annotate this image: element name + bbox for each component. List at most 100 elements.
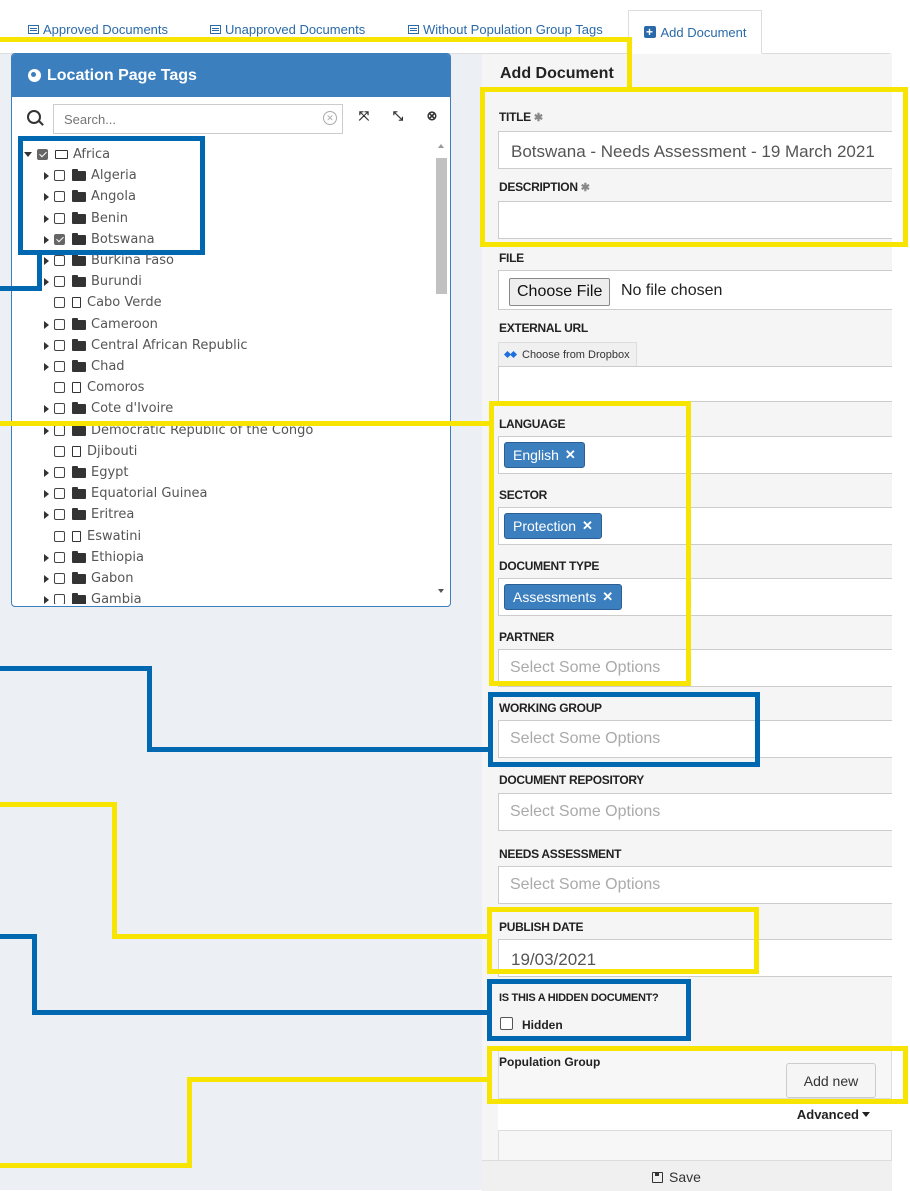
tree-checkbox[interactable]	[54, 403, 65, 414]
hidden-checkbox-label[interactable]: Hidden	[522, 1018, 563, 1032]
remove-tag-icon[interactable]: ✕	[602, 589, 613, 605]
tree-checkbox[interactable]	[54, 467, 65, 478]
caret-right-icon[interactable]	[44, 235, 49, 244]
dropbox-button-label: Choose from Dropbox	[522, 349, 630, 361]
tree-checkbox[interactable]	[54, 340, 65, 351]
needs-assessment-select[interactable]: Select Some Options	[498, 866, 892, 904]
tree-checkbox[interactable]	[54, 382, 65, 393]
scroll-down-arrow-icon[interactable]	[438, 589, 444, 593]
tree-checkbox[interactable]	[54, 573, 65, 584]
tree-node[interactable]: Gambia	[44, 589, 142, 604]
tree-node[interactable]: Burkina Faso	[44, 250, 174, 271]
hidden-question-label: IS THIS A HIDDEN DOCUMENT?	[499, 992, 659, 1004]
caret-right-icon[interactable]	[44, 553, 49, 562]
search-input[interactable]	[53, 104, 343, 134]
tree-node[interactable]: Egypt	[44, 462, 129, 483]
tree-node[interactable]: Eswatini	[44, 526, 141, 547]
choose-from-dropbox-button[interactable]: Choose from Dropbox	[498, 342, 637, 368]
tree-node[interactable]: Botswana	[44, 229, 155, 250]
tree-scrollbar[interactable]	[433, 138, 450, 604]
caret-right-icon[interactable]	[44, 362, 49, 371]
tree-checkbox[interactable]	[54, 234, 65, 245]
tree-checkbox[interactable]	[54, 594, 65, 604]
deselect-all-icon[interactable]: ⊗	[423, 108, 441, 128]
caret-right-icon[interactable]	[44, 192, 49, 201]
tree-checkbox[interactable]	[54, 191, 65, 202]
tree-node[interactable]: Equatorial Guinea	[44, 483, 208, 504]
tree-checkbox[interactable]	[54, 213, 65, 224]
tree-checkbox[interactable]	[54, 446, 65, 457]
tree-node[interactable]: Cameroon	[44, 314, 158, 335]
caret-right-icon[interactable]	[44, 214, 49, 223]
title-field[interactable]: Botswana - Needs Assessment - 19 March 2…	[498, 131, 892, 169]
tree-checkbox[interactable]	[54, 488, 65, 499]
tree-node[interactable]: Gabon	[44, 568, 134, 589]
remove-tag-icon[interactable]: ✕	[582, 518, 593, 534]
tree-node[interactable]: Algeria	[44, 165, 137, 186]
caret-right-icon[interactable]	[44, 341, 49, 350]
tree-checkbox[interactable]	[54, 425, 65, 436]
tree-node[interactable]: Angola	[44, 186, 136, 207]
caret-right-icon[interactable]	[44, 510, 49, 519]
external-url-field[interactable]	[498, 366, 892, 402]
caret-right-icon[interactable]	[44, 277, 49, 286]
caret-right-icon[interactable]	[44, 574, 49, 583]
sector-select[interactable]: Protection ✕	[498, 507, 892, 545]
tree-checkbox[interactable]	[54, 319, 65, 330]
tree-checkbox[interactable]	[54, 276, 65, 287]
caret-down-icon[interactable]	[24, 152, 32, 157]
tree-node[interactable]: Africa	[24, 144, 110, 165]
tree-checkbox[interactable]	[54, 531, 65, 542]
tree-checkbox[interactable]	[54, 361, 65, 372]
tree-checkbox[interactable]	[37, 149, 48, 160]
tree-node[interactable]: Benin	[44, 208, 128, 229]
tree-node[interactable]: Cabo Verde	[44, 292, 162, 313]
hidden-checkbox[interactable]	[500, 1017, 513, 1030]
tree-checkbox[interactable]	[54, 255, 65, 266]
tree-node[interactable]: Eritrea	[44, 504, 134, 525]
tree-checkbox[interactable]	[54, 552, 65, 563]
tree-node-label: Cameroon	[91, 317, 158, 332]
remove-tag-icon[interactable]: ✕	[565, 447, 576, 463]
scroll-thumb[interactable]	[436, 158, 447, 294]
description-label: DESCRIPTION ✱	[499, 180, 590, 194]
working-group-select[interactable]: Select Some Options	[498, 720, 892, 758]
tree-node[interactable]: Ethiopia	[44, 547, 144, 568]
advanced-toggle[interactable]: Advanced	[797, 1107, 870, 1122]
caret-right-icon[interactable]	[44, 489, 49, 498]
collapse-all-icon[interactable]: ⤡	[389, 108, 407, 128]
document-repository-select[interactable]: Select Some Options	[498, 793, 892, 831]
choose-file-button[interactable]: Choose File	[509, 278, 611, 306]
folder-icon	[72, 571, 86, 584]
description-field[interactable]	[498, 201, 892, 239]
clear-search-icon[interactable]: ✕	[323, 111, 337, 125]
add-new-button[interactable]: Add new	[786, 1063, 876, 1098]
tab-approved-documents[interactable]: Approved Documents	[28, 22, 168, 37]
tab-without-population-group-tags[interactable]: Without Population Group Tags	[408, 22, 603, 37]
tree-checkbox[interactable]	[54, 170, 65, 181]
caret-right-icon[interactable]	[44, 256, 49, 265]
caret-right-icon[interactable]	[44, 468, 49, 477]
document-type-select[interactable]: Assessments ✕	[498, 578, 892, 616]
tree-node[interactable]: Burundi	[44, 271, 142, 292]
tab-unapproved-documents[interactable]: Unapproved Documents	[210, 22, 365, 37]
tree-checkbox[interactable]	[54, 297, 65, 308]
caret-right-icon[interactable]	[44, 595, 49, 604]
partner-select[interactable]: Select Some Options	[498, 649, 892, 687]
tree-node[interactable]: Cote d'Ivoire	[44, 398, 173, 419]
tab-add-document[interactable]: + Add Document	[628, 10, 762, 54]
save-button[interactable]: Save	[652, 1169, 701, 1185]
tree-node[interactable]: Djibouti	[44, 441, 137, 462]
caret-right-icon[interactable]	[44, 404, 49, 413]
scroll-up-arrow-icon[interactable]	[438, 144, 444, 148]
tree-node[interactable]: Central African Republic	[44, 335, 247, 356]
caret-right-icon[interactable]	[44, 426, 49, 435]
caret-right-icon[interactable]	[44, 171, 49, 180]
tree-node[interactable]: Comoros	[44, 377, 144, 398]
tree-node[interactable]: Chad	[44, 356, 125, 377]
language-select[interactable]: English ✕	[498, 436, 892, 474]
publish-date-field[interactable]: 19/03/2021	[498, 939, 892, 977]
expand-all-icon[interactable]: ⤧	[355, 108, 373, 128]
tree-checkbox[interactable]	[54, 509, 65, 520]
caret-right-icon[interactable]	[44, 320, 49, 329]
